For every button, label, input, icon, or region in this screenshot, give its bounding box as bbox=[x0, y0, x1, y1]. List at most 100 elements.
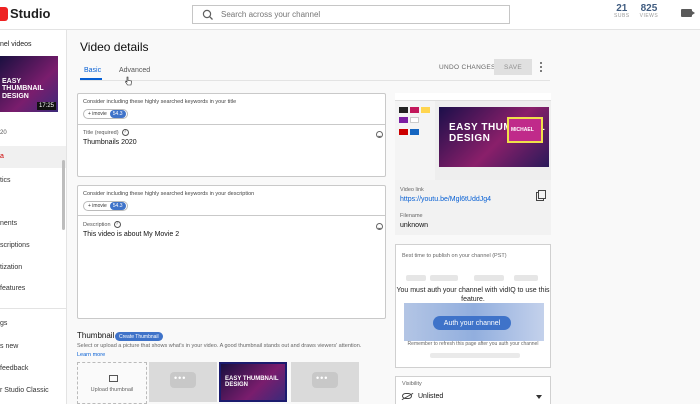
learn-more-link[interactable]: Learn more bbox=[77, 352, 105, 358]
views-stat: 825 VIEWS bbox=[640, 4, 659, 19]
brand-label: Studio bbox=[10, 6, 51, 21]
title-label-text: Title (required) bbox=[83, 129, 119, 136]
views-label: VIEWS bbox=[639, 13, 659, 19]
preview-toolbar bbox=[395, 93, 551, 101]
auth-channel-button[interactable]: Auth your channel bbox=[433, 316, 511, 330]
create-thumbnail-button[interactable]: Create Thumbnail bbox=[115, 332, 163, 341]
tab-basic[interactable]: Basic bbox=[84, 67, 101, 74]
save-button[interactable]: SAVE bbox=[494, 59, 532, 75]
swatch bbox=[421, 107, 430, 113]
emoji-icon[interactable] bbox=[376, 223, 383, 230]
preview-sidebar bbox=[395, 101, 435, 180]
preview-artwork: EASY THUMBNAIL DESIGN MICHAEL bbox=[439, 107, 549, 167]
video-duration: 17:25 bbox=[36, 102, 56, 110]
search-icon bbox=[201, 8, 215, 22]
sidebar-item-other-features[interactable]: features bbox=[0, 285, 25, 292]
thumbnail-option[interactable] bbox=[149, 362, 217, 402]
page-title: Video details bbox=[80, 40, 149, 54]
video-link[interactable]: https://youtu.be/Mgl6tUddJg4 bbox=[400, 196, 491, 203]
preview-card-text: MICHAEL bbox=[511, 127, 534, 133]
tab-advanced[interactable]: Advanced bbox=[119, 67, 150, 74]
swatch bbox=[410, 107, 419, 113]
title-keyword-note: Consider including these highly searched… bbox=[83, 99, 237, 105]
sidebar-active-highlight bbox=[0, 146, 66, 168]
top-bar: Studio 21 SUBS 825 VIEWS bbox=[0, 0, 700, 30]
chip-score: 54.3 bbox=[109, 202, 126, 210]
chip-label: + imovie bbox=[88, 203, 107, 209]
refresh-note: Remember to refresh this page after you … bbox=[407, 341, 539, 347]
emoji-icon[interactable] bbox=[376, 131, 383, 138]
upload-thumbnail-button[interactable]: Upload thumbnail bbox=[77, 362, 147, 404]
undo-changes-button[interactable]: UNDO CHANGES bbox=[439, 64, 496, 71]
description-field-box: Consider including these highly searched… bbox=[77, 185, 386, 319]
active-tab-indicator bbox=[80, 78, 102, 80]
subs-stat: 21 SUBS bbox=[614, 4, 630, 19]
swatch bbox=[410, 117, 419, 123]
sidebar-item-analytics[interactable]: tics bbox=[0, 177, 11, 184]
swatch bbox=[399, 117, 408, 123]
title-input[interactable]: Thumbnails 2020 bbox=[83, 139, 137, 146]
description-input-area[interactable]: Description ? This video is about My Mov… bbox=[78, 215, 385, 318]
visibility-value: Unlisted bbox=[418, 393, 444, 400]
thumbnail-heading: Thumbnail bbox=[77, 331, 115, 340]
help-icon[interactable]: ? bbox=[113, 221, 121, 228]
swatch bbox=[399, 129, 408, 135]
description-input[interactable]: This video is about My Movie 2 bbox=[83, 231, 179, 238]
best-time-card: Best time to publish on your channel (PS… bbox=[395, 244, 551, 368]
loading-dots-icon bbox=[170, 372, 196, 388]
eye-off-icon bbox=[402, 393, 412, 399]
sidebar-item-subtitles[interactable]: scriptions bbox=[0, 242, 30, 249]
video-preview[interactable]: EASY THUMBNAIL DESIGN MICHAEL bbox=[395, 93, 551, 180]
blurred-placeholder bbox=[514, 275, 538, 281]
sidebar-item-settings[interactable]: gs bbox=[0, 320, 7, 327]
sidebar-item-details[interactable]: a bbox=[0, 153, 4, 160]
subs-label: SUBS bbox=[614, 13, 630, 19]
visibility-select[interactable]: Visibility Unlisted bbox=[395, 376, 551, 404]
chip-score: 54.3 bbox=[109, 110, 126, 118]
mouse-cursor-icon bbox=[125, 73, 133, 86]
sidebar-video-title: 20 bbox=[0, 130, 7, 136]
sidebar-thumb-text: EASY THUMBNAIL DESIGN bbox=[2, 78, 44, 100]
image-upload-icon bbox=[109, 375, 118, 382]
sidebar-scrollbar[interactable] bbox=[62, 160, 65, 230]
thumbnail-option-selected[interactable]: EASY THUMBNAIL DESIGN bbox=[219, 362, 287, 402]
sidebar-video-thumbnail[interactable]: EASY THUMBNAIL DESIGN 17:25 bbox=[0, 56, 58, 112]
auth-message: You must auth your channel with vidIQ to… bbox=[396, 287, 550, 303]
sidebar-item-feedback[interactable]: feedback bbox=[0, 365, 28, 372]
video-link-label: Video link bbox=[400, 187, 424, 193]
blurred-placeholder bbox=[406, 275, 426, 281]
title-label: Title (required) ? bbox=[83, 129, 129, 136]
sidebar: nel videos EASY THUMBNAIL DESIGN 17:25 2… bbox=[0, 30, 67, 404]
tabs-divider bbox=[80, 80, 550, 81]
search-input[interactable] bbox=[221, 10, 501, 19]
sidebar-item-comments[interactable]: nents bbox=[0, 220, 17, 227]
best-time-title: Best time to publish on your channel (PS… bbox=[402, 253, 507, 259]
copy-icon[interactable] bbox=[536, 190, 546, 201]
studio-logo[interactable]: Studio bbox=[0, 6, 50, 21]
title-keyword-chip[interactable]: + imovie 54.3 bbox=[83, 109, 128, 119]
title-input-area[interactable]: Title (required) ? Thumbnails 2020 bbox=[78, 124, 385, 176]
description-keyword-chip[interactable]: + imovie 54.3 bbox=[83, 201, 128, 211]
description-label: Description ? bbox=[83, 221, 121, 228]
channel-stats: 21 SUBS 825 VIEWS bbox=[614, 4, 658, 19]
title-field-box: Consider including these highly searched… bbox=[77, 93, 386, 177]
chip-label: + imovie bbox=[88, 111, 107, 117]
loading-dots-icon bbox=[312, 372, 338, 388]
swatch bbox=[410, 129, 419, 135]
help-icon[interactable]: ? bbox=[121, 129, 129, 136]
visibility-label: Visibility bbox=[402, 381, 422, 387]
youtube-logo-icon bbox=[0, 6, 8, 21]
description-label-text: Description bbox=[83, 221, 111, 228]
sidebar-item-whats-new[interactable]: s new bbox=[0, 343, 18, 350]
blurred-placeholder bbox=[430, 353, 520, 358]
more-options-icon[interactable] bbox=[540, 62, 543, 72]
sidebar-item-monetization[interactable]: tization bbox=[0, 264, 22, 271]
filename-label: Filename bbox=[400, 213, 423, 219]
thumbnail-option[interactable] bbox=[291, 362, 359, 402]
preview-card: MICHAEL bbox=[507, 117, 543, 143]
create-video-icon[interactable] bbox=[681, 9, 695, 17]
thumbnail-description: Select or upload a picture that shows wh… bbox=[77, 343, 362, 349]
search-bar[interactable] bbox=[192, 5, 510, 24]
filename-value: unknown bbox=[400, 222, 429, 229]
sidebar-item-studio-classic[interactable]: r Studio Classic bbox=[0, 387, 49, 394]
